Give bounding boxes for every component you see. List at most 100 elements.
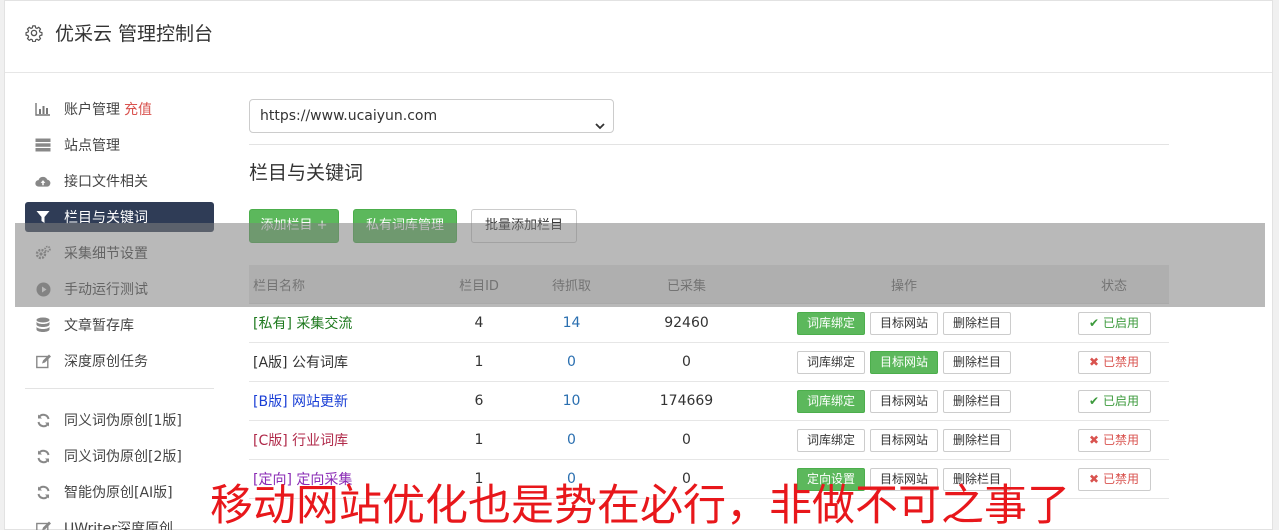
- header-pending: 待抓取: [551, 278, 591, 294]
- main-panel: 优采云 管理控制台 账户管理 充值 站点管理 接口文件相关 栏目与关键词 采集细…: [4, 0, 1273, 530]
- sidebar-item-label: 同义词伪原创[2版]: [64, 449, 182, 465]
- close-icon: ✖: [1089, 432, 1100, 447]
- sidebar-item-synonym-v1[interactable]: 同义词伪原创[1版]: [25, 405, 214, 435]
- row-id: 4: [474, 315, 484, 331]
- section-title: 栏目与关键词: [249, 162, 364, 184]
- table-header: 栏目名称 栏目ID 待抓取 已采集 操作 状态: [249, 265, 1169, 304]
- state-toggle[interactable]: ✔ 已启用: [1077, 389, 1151, 413]
- sidebar-item-sites[interactable]: 站点管理: [25, 130, 214, 160]
- row-title: 采集交流: [296, 316, 353, 332]
- bind-lib-button[interactable]: 词库绑定: [796, 428, 865, 452]
- row-name[interactable]: [B版] 网站更新: [249, 391, 439, 411]
- site-select[interactable]: https://www.ucaiyun.com: [249, 99, 614, 133]
- state-toggle[interactable]: ✖ 已禁用: [1077, 428, 1151, 452]
- row-state: ✖ 已禁用: [1059, 428, 1169, 452]
- row-name[interactable]: [C版] 行业词库: [249, 430, 439, 450]
- row-id: 6: [474, 393, 484, 409]
- sidebar-item-label: 栏目与关键词: [64, 210, 148, 226]
- divider: [249, 144, 1169, 145]
- row-collected: 92460: [664, 315, 709, 331]
- row-state: ✔ 已启用: [1059, 311, 1169, 335]
- check-icon: ✔: [1089, 315, 1100, 330]
- row-name[interactable]: [私有] 采集交流: [249, 313, 439, 333]
- sidebar-item-account[interactable]: 账户管理 充值: [25, 94, 214, 124]
- row-collected: 174669: [659, 393, 714, 409]
- sidebar-item-label: 手动运行测试: [64, 282, 148, 298]
- row-id: 1: [474, 354, 484, 370]
- delete-column-button[interactable]: 删除栏目: [943, 389, 1012, 413]
- sidebar: 账户管理 充值 站点管理 接口文件相关 栏目与关键词 采集细节设置 手动运行测试…: [25, 94, 214, 530]
- site-select-value: https://www.ucaiyun.com: [260, 108, 438, 124]
- close-icon: ✖: [1089, 471, 1100, 486]
- batch-add-button[interactable]: 批量添加栏目: [471, 209, 577, 243]
- close-icon: ✖: [1089, 354, 1100, 369]
- sidebar-item-label: 深度原创任务: [64, 354, 148, 370]
- delete-column-button[interactable]: 删除栏目: [943, 311, 1012, 335]
- row-ops: 词库绑定 目标网站 删除栏目: [749, 311, 1059, 335]
- state-label: 已禁用: [1102, 471, 1139, 486]
- sidebar-item-label: UWriter深度原创: [64, 521, 173, 530]
- header-ops: 操作: [890, 278, 917, 294]
- bar-chart-icon: [35, 101, 51, 117]
- state-toggle[interactable]: ✖ 已禁用: [1077, 350, 1151, 374]
- sidebar-item-article-storage[interactable]: 文章暂存库: [25, 310, 214, 340]
- recharge-link[interactable]: 充值: [124, 99, 152, 119]
- row-id: 1: [474, 432, 484, 448]
- bind-lib-button[interactable]: 词库绑定: [796, 311, 865, 335]
- target-site-button[interactable]: 目标网站: [869, 311, 938, 335]
- sidebar-divider: [25, 388, 214, 389]
- row-name[interactable]: [A版] 公有词库: [249, 352, 439, 372]
- row-state: ✔ 已启用: [1059, 389, 1169, 413]
- server-icon: [35, 137, 51, 153]
- header-state: 状态: [1100, 278, 1127, 294]
- sidebar-item-label: 接口文件相关: [64, 174, 148, 190]
- sidebar-item-uwriter[interactable]: UWriter深度原创: [25, 513, 214, 530]
- table-row: [私有] 采集交流 4 14 92460 词库绑定 目标网站 删除栏目 ✔ 已启…: [249, 304, 1169, 343]
- state-toggle[interactable]: ✖ 已禁用: [1077, 467, 1151, 491]
- delete-column-button[interactable]: 删除栏目: [943, 428, 1012, 452]
- bind-lib-button[interactable]: 词库绑定: [796, 389, 865, 413]
- header-collected: 已采集: [666, 278, 706, 294]
- row-pending[interactable]: 10: [519, 393, 624, 409]
- edit-icon: [35, 353, 51, 369]
- sidebar-item-interface[interactable]: 接口文件相关: [25, 166, 214, 196]
- add-column-button[interactable]: 添加栏目 +: [249, 209, 339, 243]
- sidebar-item-collect-settings[interactable]: 采集细节设置: [25, 238, 214, 268]
- database-icon: [35, 317, 51, 333]
- row-pending[interactable]: 0: [519, 432, 624, 448]
- sidebar-item-columns[interactable]: 栏目与关键词: [25, 202, 214, 232]
- refresh-icon: [35, 448, 51, 464]
- overlay-caption: 移动网站优化也是势在必行，非做不可之事了: [210, 481, 1070, 530]
- sidebar-item-manual-run[interactable]: 手动运行测试: [25, 274, 214, 304]
- row-collected: 0: [682, 354, 691, 370]
- delete-column-button[interactable]: 删除栏目: [943, 350, 1012, 374]
- cogs-icon: [35, 245, 51, 261]
- sidebar-item-label: 同义词伪原创[1版]: [64, 413, 182, 429]
- cloud-upload-icon: [35, 173, 51, 189]
- header-id: 栏目ID: [459, 278, 499, 294]
- chevron-down-icon: [595, 111, 605, 130]
- row-ops: 词库绑定 目标网站 删除栏目: [749, 389, 1059, 413]
- sidebar-item-ai-rewrite[interactable]: 智能伪原创[AI版]: [25, 477, 214, 507]
- row-ops: 词库绑定 目标网站 删除栏目: [749, 350, 1059, 374]
- row-tag: [A版]: [253, 355, 288, 371]
- row-pending[interactable]: 14: [519, 315, 624, 331]
- play-circle-icon: [35, 281, 51, 297]
- private-lib-button[interactable]: 私有词库管理: [353, 209, 457, 243]
- target-site-button[interactable]: 目标网站: [869, 389, 938, 413]
- row-collected: 0: [682, 432, 691, 448]
- bind-lib-button[interactable]: 词库绑定: [796, 350, 865, 374]
- header-name: 栏目名称: [253, 278, 306, 294]
- sidebar-item-synonym-v2[interactable]: 同义词伪原创[2版]: [25, 441, 214, 471]
- row-pending[interactable]: 0: [519, 354, 624, 370]
- sidebar-item-label: 采集细节设置: [64, 246, 148, 262]
- row-state: ✖ 已禁用: [1059, 350, 1169, 374]
- sidebar-item-label: 文章暂存库: [64, 318, 134, 334]
- row-tag: [私有]: [253, 316, 292, 332]
- sidebar-item-deep-original[interactable]: 深度原创任务: [25, 346, 214, 376]
- state-toggle[interactable]: ✔ 已启用: [1077, 311, 1151, 335]
- target-site-button[interactable]: 目标网站: [869, 428, 938, 452]
- target-site-button[interactable]: 目标网站: [869, 350, 938, 374]
- state-label: 已启用: [1102, 393, 1139, 408]
- table-row: [B版] 网站更新 6 10 174669 词库绑定 目标网站 删除栏目 ✔ 已…: [249, 382, 1169, 421]
